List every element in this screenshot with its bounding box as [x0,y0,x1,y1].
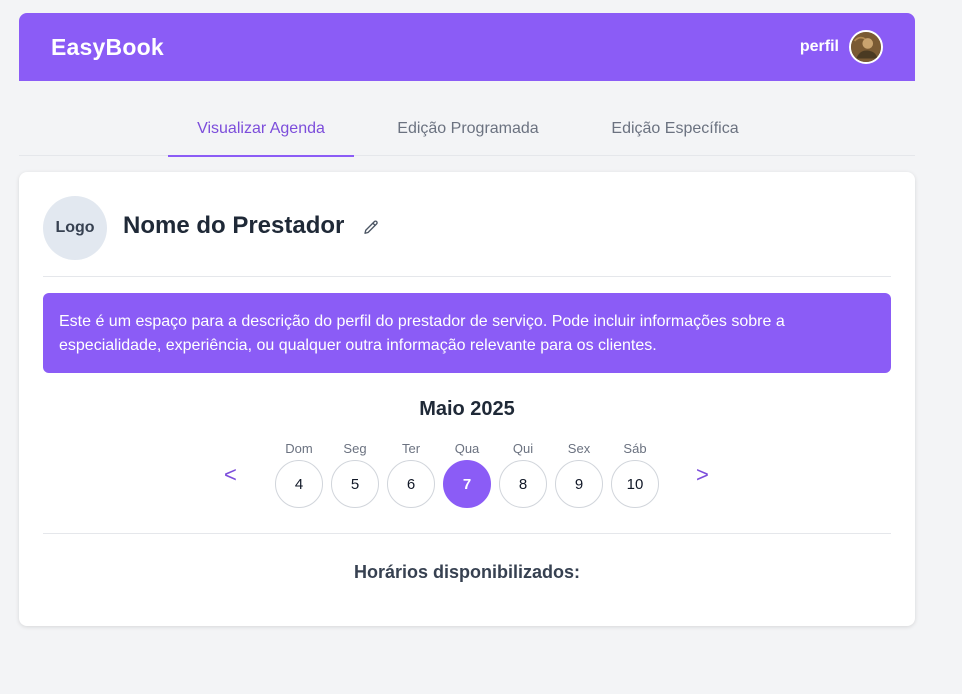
day-column: Qua 7 [443,442,491,508]
day-name: Sáb [623,441,647,456]
provider-description: Este é um espaço para a descrição do per… [43,293,891,373]
provider-name: Nome do Prestador [123,212,345,239]
day-button[interactable]: 9 [555,460,603,508]
tab-bar: Visualizar Agenda Edição Programada Ediç… [19,106,915,157]
day-button[interactable]: 4 [275,460,323,508]
day-button[interactable]: 5 [331,460,379,508]
day-column: Sáb 10 [611,442,659,508]
calendar-month: Maio 2025 [419,398,515,420]
brand-logo[interactable]: EasyBook [51,34,164,61]
day-name: Ter [401,441,421,456]
provider-card: Logo Nome do Prestador Este é um espaço … [19,172,915,626]
day-column: Seg 5 [331,442,379,508]
day-column: Ter 6 [387,442,435,508]
day-column: Dom 4 [275,442,323,508]
profile-menu[interactable]: perfil [800,30,883,64]
next-week-button[interactable]: > [696,462,709,488]
day-name: Sex [567,441,591,456]
provider-logo: Logo [43,196,107,260]
avatar[interactable] [849,30,883,64]
day-button-selected[interactable]: 7 [443,460,491,508]
day-button[interactable]: 6 [387,460,435,508]
app-header: EasyBook perfil [19,13,915,81]
day-button[interactable]: 10 [611,460,659,508]
available-slots-title: Horários disponibilizados: [353,562,581,582]
calendar-divider [43,533,891,534]
tab-edicao-especifica[interactable]: Edição Específica [587,106,763,155]
profile-label[interactable]: perfil [800,38,839,56]
day-name: Seg [343,441,367,456]
day-name: Qua [454,441,480,456]
prev-week-button[interactable]: < [224,462,237,488]
pencil-icon[interactable] [362,219,380,237]
day-column: Qui 8 [499,442,547,508]
day-column: Sex 9 [555,442,603,508]
day-button[interactable]: 8 [499,460,547,508]
tab-edicao-programada[interactable]: Edição Programada [376,106,560,155]
day-name: Qui [512,441,534,456]
day-name: Dom [285,441,313,456]
header-divider [43,276,891,277]
tab-visualizar-agenda[interactable]: Visualizar Agenda [168,106,354,157]
avatar-image [851,32,881,62]
